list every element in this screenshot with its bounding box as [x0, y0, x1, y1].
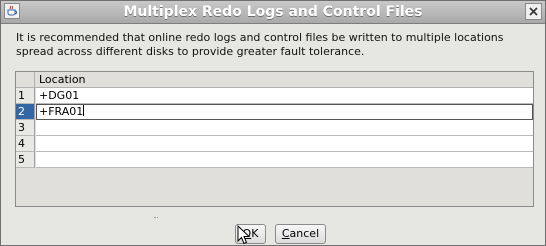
instruction-text: It is recommended that online redo logs … — [16, 31, 504, 58]
close-icon[interactable] — [525, 3, 542, 20]
java-cup-icon[interactable] — [4, 3, 20, 19]
cancel-button[interactable]: Cancel — [275, 224, 326, 244]
cancel-button-label: Cancel — [281, 227, 320, 240]
table-header: Location — [16, 72, 533, 88]
table-row[interactable]: 3 — [16, 120, 533, 136]
window-title: Multiplex Redo Logs and Control Files — [123, 4, 423, 20]
location-cell[interactable] — [36, 120, 533, 136]
table-row[interactable]: 5 — [16, 152, 533, 168]
row-number[interactable]: 4 — [16, 136, 35, 152]
location-cell[interactable] — [36, 152, 533, 168]
column-header-location[interactable]: Location — [36, 72, 533, 87]
row-number[interactable]: 5 — [16, 152, 35, 168]
locations-table: Location 1 +DG01 2 +FRA01 3 4 5 — [15, 71, 534, 207]
row-number[interactable]: 2 — [16, 104, 35, 120]
table-row[interactable]: 2 +FRA01 — [16, 104, 533, 120]
location-cell[interactable] — [36, 136, 533, 152]
location-cell-editing[interactable]: +FRA01 — [36, 104, 533, 120]
title-bar[interactable]: Multiplex Redo Logs and Control Files — [1, 1, 545, 24]
location-cell[interactable]: +DG01 — [36, 88, 533, 104]
row-number[interactable]: 3 — [16, 120, 35, 136]
dialog-window: Multiplex Redo Logs and Control Files It… — [0, 0, 546, 246]
table-corner — [16, 72, 35, 87]
table-row[interactable]: 4 — [16, 136, 533, 152]
text-caret — [83, 105, 85, 116]
table-row[interactable]: 1 +DG01 — [16, 88, 533, 104]
resize-grip[interactable] — [154, 217, 158, 220]
mouse-pointer-icon — [237, 225, 251, 245]
location-cell-value: +FRA01 — [39, 105, 84, 118]
row-number[interactable]: 1 — [16, 88, 35, 104]
